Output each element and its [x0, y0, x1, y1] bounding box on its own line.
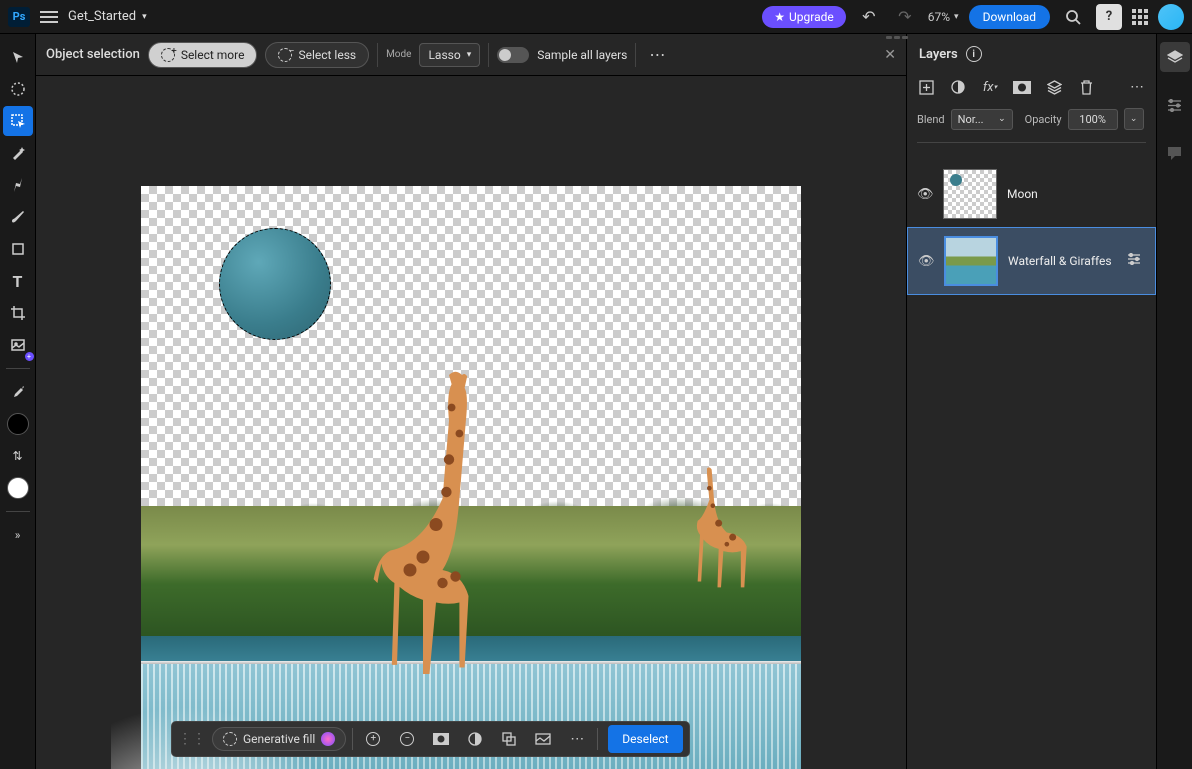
place-image-tool-icon[interactable]: + [3, 330, 33, 360]
upgrade-button[interactable]: ★ Upgrade [762, 6, 846, 28]
layer-thumbnail[interactable] [944, 236, 998, 286]
deselect-button[interactable]: Deselect [608, 725, 682, 753]
user-avatar[interactable] [1158, 4, 1184, 30]
move-tool-icon[interactable] [3, 42, 33, 72]
quick-actions-tool-icon[interactable] [3, 170, 33, 200]
left-toolbar: T + ⇅ » [0, 34, 36, 769]
mode-select[interactable]: Lasso ▾ [419, 43, 480, 67]
select-less-button[interactable]: −Select less [265, 42, 369, 68]
fill-icon[interactable] [529, 725, 557, 753]
info-icon[interactable]: i [966, 46, 982, 62]
adjustment-layer-icon[interactable] [949, 78, 967, 96]
expand-tools-icon[interactable]: » [3, 520, 33, 550]
layer-stack-icon[interactable] [1045, 78, 1063, 96]
top-bar: Ps Get_Started ▾ ★ Upgrade ↶ ↷ 67% ▾ Dow… [0, 0, 1192, 34]
brush-tool-icon[interactable] [3, 202, 33, 232]
delete-layer-icon[interactable] [1077, 78, 1095, 96]
shape-tool-icon[interactable] [3, 234, 33, 264]
undo-icon[interactable]: ↶ [856, 4, 882, 30]
panel-resize-handle-icon[interactable] [882, 36, 912, 44]
add-mask-icon[interactable] [1013, 78, 1031, 96]
drag-handle-icon[interactable]: ⋮⋮ [178, 725, 206, 753]
more-options-icon[interactable]: ⋯ [644, 42, 670, 68]
fx-icon[interactable]: fx▾ [981, 78, 999, 96]
options-title: Object selection [46, 47, 140, 62]
document-name[interactable]: Get_Started ▾ [68, 9, 147, 24]
options-bar: Object selection +Select more −Select le… [36, 34, 906, 76]
giraffe-small [686, 464, 756, 594]
magic-wand-tool-icon[interactable] [3, 138, 33, 168]
canvas[interactable] [141, 186, 801, 769]
object-selection-tool-icon[interactable] [3, 106, 33, 136]
mask-icon[interactable] [427, 725, 455, 753]
properties-panel-tab-icon[interactable] [1160, 90, 1190, 120]
canvas-area[interactable]: ⋮⋮ Generative fill + − ⋯ Deselect [36, 76, 906, 769]
layers-panel: Layers i fx▾ ⋯ Blend Nor...⌄ Opacity 100… [906, 34, 1156, 769]
visibility-toggle-icon[interactable]: 👁 [918, 254, 934, 269]
swap-colors-icon[interactable]: ⇅ [3, 441, 33, 471]
layer-moon[interactable]: 👁 Moon [907, 161, 1156, 227]
subtract-selection-icon[interactable]: − [393, 725, 421, 753]
layer-filter-icon[interactable] [1127, 253, 1145, 269]
opacity-value[interactable]: 100% [1068, 109, 1118, 130]
giraffe-large [371, 366, 501, 696]
sparkle-icon [321, 732, 335, 746]
layer-thumbnail[interactable] [943, 169, 997, 219]
zoom-level[interactable]: 67% ▾ [928, 10, 959, 24]
opacity-label: Opacity [1025, 113, 1062, 126]
close-options-icon[interactable]: ✕ [884, 47, 896, 63]
opacity-chevron-icon[interactable]: ⌄ [1124, 108, 1144, 130]
eyedropper-tool-icon[interactable] [3, 377, 33, 407]
text-tool-icon[interactable]: T [3, 266, 33, 296]
generative-fill-button[interactable]: Generative fill [212, 727, 346, 751]
search-icon[interactable] [1060, 4, 1086, 30]
layers-panel-header: Layers i [907, 34, 1156, 74]
panel-title: Layers [919, 47, 958, 62]
blend-opacity-row: Blend Nor...⌄ Opacity 100% ⌄ [907, 100, 1156, 138]
hamburger-menu-icon[interactable] [40, 11, 58, 23]
add-layer-icon[interactable] [917, 78, 935, 96]
foreground-color-swatch[interactable] [3, 409, 33, 439]
moon-selection [219, 228, 331, 340]
adjustment-icon[interactable] [461, 725, 489, 753]
add-selection-icon[interactable]: + [359, 725, 387, 753]
layer-name-label: Waterfall & Giraffes [1008, 254, 1117, 268]
layer-waterfall-giraffes[interactable]: 👁 Waterfall & Giraffes [907, 227, 1156, 295]
sample-all-layers-toggle[interactable] [497, 47, 529, 63]
photoshop-logo-icon[interactable]: Ps [8, 7, 30, 27]
more-actions-icon[interactable]: ⋯ [563, 725, 591, 753]
download-button[interactable]: Download [969, 5, 1050, 29]
sample-all-label: Sample all layers [537, 48, 627, 62]
layers-panel-tab-icon[interactable] [1160, 42, 1190, 72]
background-color-swatch[interactable] [3, 473, 33, 503]
blend-label: Blend [917, 113, 945, 126]
blend-mode-select[interactable]: Nor...⌄ [951, 109, 1013, 130]
layers-toolbar: fx▾ ⋯ [907, 74, 1156, 100]
transform-icon[interactable] [495, 725, 523, 753]
panel-menu-icon[interactable]: ⋯ [1128, 78, 1146, 96]
mode-label: Mode [386, 49, 411, 60]
layer-name-label: Moon [1007, 187, 1146, 201]
help-icon[interactable]: ? [1096, 4, 1122, 30]
visibility-toggle-icon[interactable]: 👁 [917, 187, 933, 202]
apps-grid-icon[interactable] [1132, 9, 1148, 25]
redo-icon[interactable]: ↷ [892, 4, 918, 30]
marquee-tool-icon[interactable] [3, 74, 33, 104]
comments-panel-tab-icon[interactable] [1160, 138, 1190, 168]
collapsed-panels [1156, 34, 1192, 769]
contextual-task-bar: ⋮⋮ Generative fill + − ⋯ Deselect [171, 721, 690, 757]
crop-tool-icon[interactable] [3, 298, 33, 328]
select-more-button[interactable]: +Select more [148, 42, 258, 68]
